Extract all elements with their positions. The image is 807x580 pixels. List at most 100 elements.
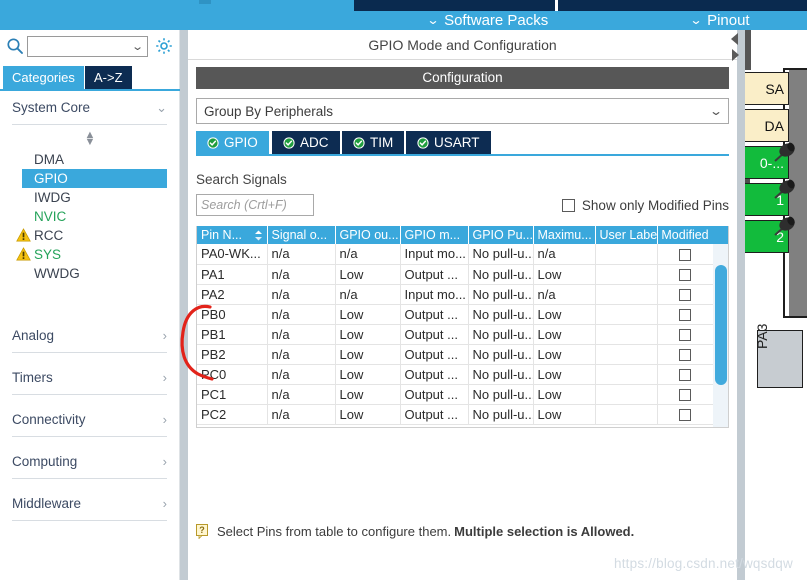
table-row[interactable]: PA1 n/a Low Output ... No pull-u... Low [197, 264, 714, 285]
modified-checkbox[interactable] [679, 409, 691, 422]
cell-modified[interactable] [657, 384, 714, 405]
modified-checkbox[interactable] [679, 289, 691, 302]
cell-speed: Low [533, 324, 596, 345]
sidebar-item-gpio[interactable]: GPIO [22, 169, 167, 188]
modified-checkbox[interactable] [679, 248, 691, 261]
chip-pin-label: SA [765, 80, 784, 97]
sidebar-item-sys[interactable]: SYS [12, 245, 167, 264]
sidebar: ⌄ Categories A->Z System Core ⌄ ▲ ▼ DMA … [0, 30, 180, 580]
peripheral-tab-underline [196, 154, 729, 156]
tab-categories[interactable]: Categories [3, 66, 84, 89]
cell-modified[interactable] [657, 304, 714, 325]
modified-checkbox[interactable] [679, 369, 691, 382]
column-header-maximum-speed[interactable]: Maximu... [533, 226, 596, 244]
cell-mode: Output ... [400, 384, 469, 405]
tab-a-to-z[interactable]: A->Z [85, 66, 132, 89]
check-circle-icon [207, 136, 219, 149]
table-row[interactable]: PB0 n/a Low Output ... No pull-u... Low [197, 304, 714, 325]
tab-gpio-label: GPIO [224, 135, 258, 150]
cell-user-label [595, 244, 658, 265]
cell-user-label [595, 304, 658, 325]
cell-user-label [595, 344, 658, 365]
sidebar-group-connectivity[interactable]: Connectivity › [12, 403, 167, 437]
top-navy-strip [354, 0, 807, 11]
sidebar-search-combo[interactable]: ⌄ [27, 35, 148, 57]
sidebar-item-iwdg[interactable]: IWDG [12, 188, 167, 207]
help-icon: ? [196, 524, 208, 539]
cell-modified[interactable] [657, 324, 714, 345]
show-modified-pins-checkbox[interactable]: Show only Modified Pins [561, 198, 729, 213]
column-header-gpio-output[interactable]: GPIO ou... [335, 226, 401, 244]
sidebar-item-dma[interactable]: DMA [12, 150, 167, 169]
column-header-modified[interactable]: Modified [657, 226, 714, 244]
modified-checkbox[interactable] [679, 349, 691, 362]
cell-modified[interactable] [657, 284, 714, 305]
table-row[interactable]: PC0 n/a Low Output ... No pull-u... Low [197, 364, 714, 385]
tab-usart[interactable]: USART [406, 131, 491, 154]
menu-pinout[interactable]: ⌄ Pinout [689, 11, 749, 30]
table-row[interactable]: PA2 n/a n/a Input mo... No pull-u... n/a [197, 284, 714, 305]
sidebar-item-label: GPIO [34, 171, 68, 186]
menu-software-packs-label: Software Packs [444, 12, 549, 29]
search-signals-input[interactable] [196, 194, 314, 216]
scroll-spinner-icon[interactable]: ▲ ▼ [12, 125, 167, 150]
sidebar-group-timers[interactable]: Timers › [12, 361, 167, 395]
column-header-gpio-pull[interactable]: GPIO Pu... [468, 226, 534, 244]
column-header-pin-name[interactable]: Pin N... [197, 226, 268, 244]
column-header-user-label[interactable]: User Label [595, 226, 658, 244]
tab-gpio[interactable]: GPIO [196, 131, 269, 154]
table-row[interactable]: PC2 n/a Low Output ... No pull-u... Low [197, 404, 714, 425]
table-scrollbar-track[interactable] [713, 244, 728, 427]
checkbox-box [561, 198, 575, 212]
table-row[interactable]: PB2 n/a Low Output ... No pull-u... Low [197, 344, 714, 365]
right-splitter[interactable] [737, 30, 745, 580]
left-splitter[interactable] [180, 30, 188, 580]
scrollbar-header-cap [713, 226, 728, 244]
chip-pin-0[interactable]: SA [745, 72, 789, 105]
group-by-select[interactable]: Group By Peripherals ⌄ [196, 98, 729, 124]
chip-pin-pa3[interactable]: PA3 [754, 324, 803, 388]
sidebar-item-label: DMA [34, 152, 64, 167]
table-row[interactable]: PB1 n/a Low Output ... No pull-u... Low [197, 324, 714, 345]
cell-modified[interactable] [657, 264, 714, 285]
cell-pin: PC2 [197, 404, 268, 425]
modified-checkbox[interactable] [679, 389, 691, 402]
tab-adc[interactable]: ADC [272, 131, 340, 154]
pushpin-icon [774, 142, 795, 162]
gear-icon[interactable] [154, 36, 174, 56]
sidebar-item-nvic[interactable]: NVIC [12, 207, 167, 226]
column-header-signal[interactable]: Signal o... [267, 226, 336, 244]
sidebar-group-analog[interactable]: Analog › [12, 319, 167, 353]
cell-modified[interactable] [657, 364, 714, 385]
cell-modified[interactable] [657, 244, 714, 265]
modified-checkbox[interactable] [679, 269, 691, 282]
sidebar-group-computing[interactable]: Computing › [12, 445, 167, 479]
table-row[interactable]: PC1 n/a Low Output ... No pull-u... Low [197, 384, 714, 405]
cell-modified[interactable] [657, 344, 714, 365]
cell-pin: PC0 [197, 364, 268, 385]
chevron-down-icon: ⌄ [130, 40, 144, 53]
modified-checkbox[interactable] [679, 329, 691, 342]
cell-pull: No pull-u... [468, 384, 534, 405]
chip-pin-1[interactable]: DA [745, 109, 789, 142]
collapse-left-icon[interactable] [729, 31, 741, 47]
chevron-right-icon: › [162, 496, 167, 511]
modified-checkbox[interactable] [679, 309, 691, 322]
chip-pinout-view[interactable]: SA DA 0-... 1 2 PA3 [745, 30, 807, 580]
cell-user-label [595, 404, 658, 425]
column-header-gpio-mode[interactable]: GPIO m... [400, 226, 469, 244]
sidebar-item-wwdg[interactable]: WWDG [12, 264, 167, 283]
splitter-collapse-controls [729, 31, 743, 86]
cell-pin: PC1 [197, 384, 268, 405]
table-row[interactable]: PA0-WK... n/a n/a Input mo... No pull-u.… [197, 244, 714, 265]
sidebar-group-middleware[interactable]: Middleware › [12, 487, 167, 521]
cell-modified[interactable] [657, 404, 714, 425]
tab-tim[interactable]: TIM [342, 131, 405, 154]
chevron-right-icon: › [162, 370, 167, 385]
sidebar-group-system-core[interactable]: System Core ⌄ [12, 91, 167, 125]
collapse-right-icon[interactable] [729, 47, 741, 63]
menu-software-packs[interactable]: ⌄ Software Packs [426, 11, 549, 30]
sidebar-item-rcc[interactable]: RCC [12, 226, 167, 245]
table-scrollbar-thumb[interactable] [715, 265, 727, 385]
check-circle-icon [353, 136, 365, 149]
